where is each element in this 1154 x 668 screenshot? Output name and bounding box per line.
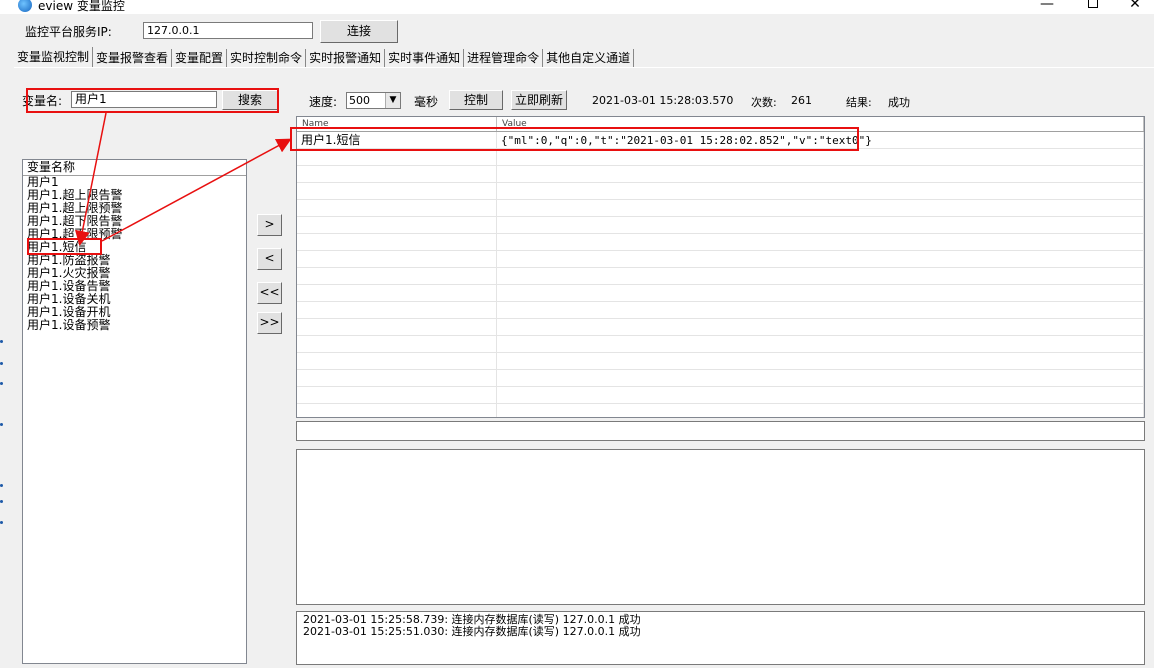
annotation-arrow-list-to-table: [101, 138, 292, 242]
annotation-arrow-search-to-list: [74, 112, 107, 246]
annotation-arrows: [74, 112, 292, 246]
